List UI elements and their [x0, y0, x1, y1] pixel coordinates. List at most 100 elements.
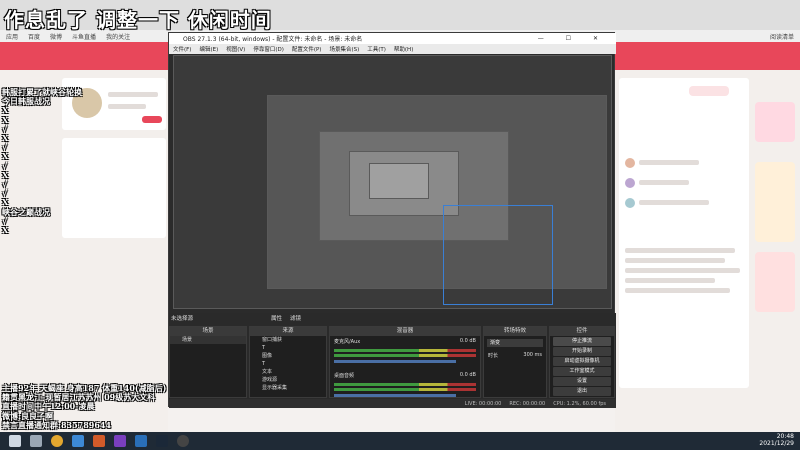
- chat-avatar: [625, 198, 635, 208]
- result-mark: X: [2, 151, 9, 162]
- obs-window[interactable]: OBS 27.1.3 (64-bit, windows) - 配置文件: 未命名…: [168, 32, 616, 408]
- volume-meter: [334, 349, 476, 352]
- chrome-icon[interactable]: [51, 435, 63, 447]
- duration-input[interactable]: 300 ms: [523, 352, 542, 359]
- settings-button[interactable]: 设置: [553, 377, 611, 386]
- source-item[interactable]: 游戏源: [250, 376, 326, 384]
- obs-docks: 未选择源 属性 滤镜 场景 场景 来源 窗口捕获 T 图像 T 文本 游戏源 显…: [169, 313, 616, 408]
- source-item[interactable]: 文本: [250, 368, 326, 376]
- mixer-channel-name: 桌面音频: [334, 373, 355, 379]
- source-item[interactable]: T: [250, 360, 326, 368]
- controls-dock: 控件 停止推流 开始录制 启动虚拟摄像机 工作室模式 设置 退出: [549, 326, 615, 398]
- rec-status: REC: 00:00:00: [509, 400, 546, 407]
- sources-dock: 来源 窗口捕获 T 图像 T 文本 游戏源 显示器采集: [249, 326, 327, 398]
- promo-banner[interactable]: [755, 162, 795, 242]
- obs-title: OBS 27.1.3 (64-bit, windows) - 配置文件: 未命名…: [183, 36, 363, 43]
- source-item[interactable]: T: [250, 344, 326, 352]
- obs-icon[interactable]: [177, 435, 189, 447]
- system-tray-clock[interactable]: 20:48 2021/12/29: [759, 433, 794, 447]
- app-icon[interactable]: [93, 435, 105, 447]
- promo-banner[interactable]: [755, 102, 795, 142]
- window-controls[interactable]: — ☐ ✕: [538, 35, 616, 42]
- studio-mode-button[interactable]: 工作室模式: [553, 367, 611, 376]
- result-mark: √: [2, 142, 8, 153]
- recursive-capture-5: [369, 163, 429, 199]
- search-icon[interactable]: [30, 435, 42, 447]
- overlay-line: 今日韩服战况: [2, 96, 50, 107]
- site-right-column: [615, 42, 800, 432]
- site-header-banner: [0, 42, 168, 70]
- obs-statusbar: LIVE: 00:00:00 REC: 00:00:00 CPU: 1.2%, …: [169, 399, 616, 408]
- controls-header: 控件: [550, 327, 614, 336]
- start-icon[interactable]: [9, 435, 21, 447]
- menu-view[interactable]: 视图(V): [226, 45, 245, 53]
- transition-select[interactable]: 渐变: [487, 339, 543, 347]
- clock-time: 20:48: [776, 433, 794, 440]
- result-mark: X: [2, 169, 9, 180]
- mixer-channel-db: 0.0 dB: [459, 372, 476, 378]
- windows-taskbar: [0, 432, 800, 450]
- obs-titlebar[interactable]: OBS 27.1.3 (64-bit, windows) - 配置文件: 未命名…: [169, 33, 616, 44]
- stop-streaming-button[interactable]: 停止推流: [553, 337, 611, 346]
- sources-header: 来源: [250, 327, 326, 336]
- obs-menubar: 文件(F) 编辑(E) 视图(V) 停靠窗口(D) 配置文件(P) 场景集合(S…: [169, 44, 616, 54]
- menu-tools[interactable]: 工具(T): [367, 45, 386, 53]
- menu-file[interactable]: 文件(F): [173, 45, 191, 53]
- mixer-channel-db: 0.0 dB: [459, 338, 476, 344]
- site-header-banner-right: [615, 42, 800, 70]
- reading-list-button[interactable]: 阅读清单: [770, 32, 800, 41]
- mixer-channel-name: 麦克风/Aux: [334, 339, 361, 345]
- browser-icon[interactable]: [72, 435, 84, 447]
- result-mark: X: [2, 114, 9, 125]
- mixer-dock: 混音器 麦克风/Aux 0.0 dB 桌面音频 0.0 dB: [329, 326, 481, 398]
- scene-item[interactable]: 场景: [170, 336, 246, 344]
- steam-icon[interactable]: [156, 435, 168, 447]
- cpu-status: CPU: 1.2%, 60.00 fps: [553, 400, 606, 407]
- mixer-header: 混音器: [330, 327, 480, 336]
- promo-banner[interactable]: [755, 252, 795, 312]
- canyon-title: 峡谷之巅战况: [2, 206, 50, 217]
- exit-button[interactable]: 退出: [553, 387, 611, 396]
- volume-meter: [334, 354, 476, 357]
- chat-panel: [619, 78, 749, 388]
- source-item[interactable]: 显示器采集: [250, 384, 326, 392]
- result-mark: X: [2, 225, 9, 236]
- filters-button[interactable]: 滤镜: [290, 314, 301, 322]
- scenes-header: 场景: [170, 327, 246, 336]
- result-mark: √: [2, 179, 8, 190]
- left-overlay-panel: 韩服打累了就峡谷轮换 今日韩服战况 X X √ X √ X √ X √ √ X …: [2, 87, 82, 236]
- volume-meter: [334, 388, 476, 391]
- transitions-header: 转场特效: [484, 327, 546, 336]
- result-mark: √: [2, 188, 8, 199]
- properties-button[interactable]: 属性: [271, 314, 282, 322]
- source-item[interactable]: 图像: [250, 352, 326, 360]
- volume-slider[interactable]: [334, 394, 456, 397]
- result-mark: X: [2, 105, 9, 116]
- selection-box[interactable]: [443, 205, 553, 305]
- menu-scene-collection[interactable]: 场景集合(S): [329, 45, 359, 53]
- volume-slider[interactable]: [334, 360, 456, 363]
- app-icon[interactable]: [135, 435, 147, 447]
- menu-help[interactable]: 帮助(H): [394, 45, 413, 53]
- virtual-camera-button[interactable]: 启动虚拟摄像机: [553, 357, 611, 366]
- follow-button[interactable]: [142, 116, 162, 123]
- obs-preview[interactable]: [173, 55, 612, 309]
- menu-profile[interactable]: 配置文件(P): [292, 45, 322, 53]
- result-mark: √: [2, 215, 8, 226]
- result-mark: √: [2, 123, 8, 134]
- scenes-dock: 场景 场景: [169, 326, 247, 398]
- source-toolbar: 未选择源 属性 滤镜: [171, 313, 615, 323]
- transitions-dock: 转场特效 渐变 时长 300 ms: [483, 326, 547, 398]
- duration-label: 时长: [488, 353, 499, 359]
- result-mark: X: [2, 133, 9, 144]
- chat-avatar: [625, 178, 635, 188]
- menu-edit[interactable]: 编辑(E): [199, 45, 218, 53]
- info-line: 禁言直播通知群:835789644: [2, 419, 112, 430]
- start-recording-button[interactable]: 开始录制: [553, 347, 611, 356]
- menu-docks[interactable]: 停靠窗口(D): [253, 45, 284, 53]
- no-source-selected: 未选择源: [171, 316, 194, 322]
- source-item[interactable]: 窗口捕获: [250, 336, 326, 344]
- gift-button[interactable]: [689, 86, 729, 96]
- app-icon[interactable]: [114, 435, 126, 447]
- chat-avatar: [625, 158, 635, 168]
